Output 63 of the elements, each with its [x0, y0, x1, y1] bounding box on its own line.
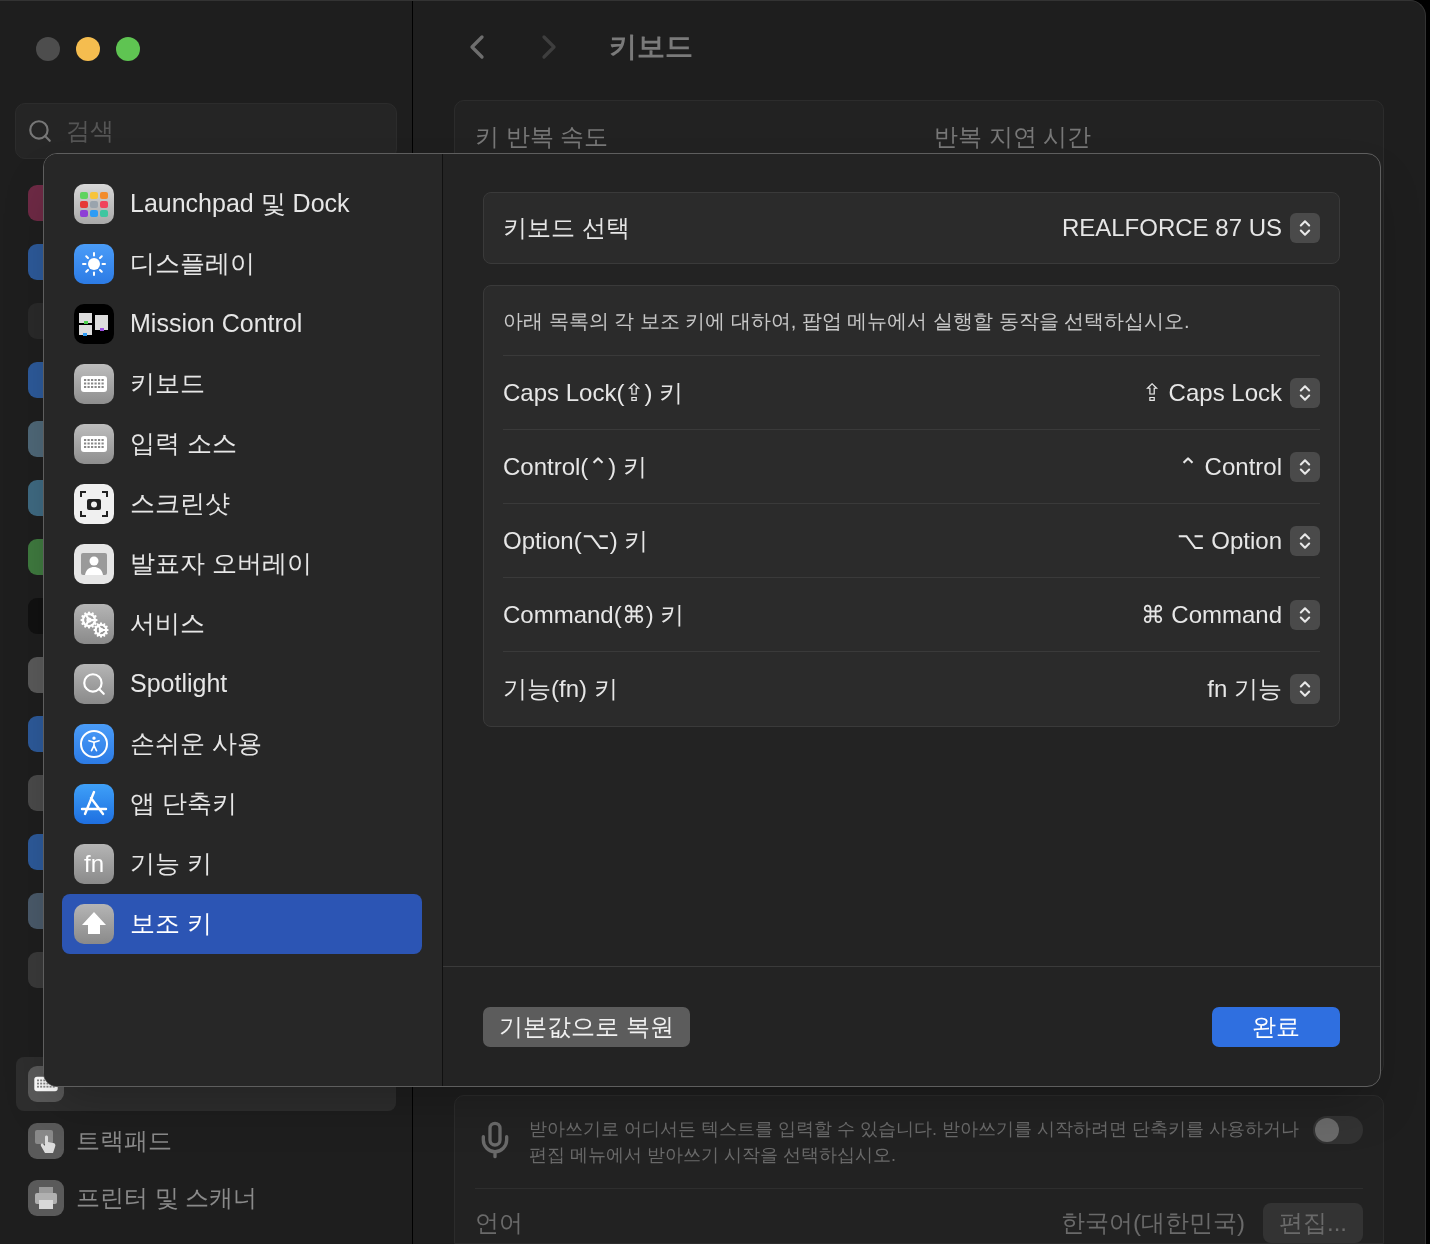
sidebar-item[interactable]: 키보드 [62, 354, 422, 414]
gears-icon [74, 604, 114, 644]
sidebar-item[interactable]: Spotlight [62, 654, 422, 714]
sidebar-item[interactable]: 보조 키 [62, 894, 422, 954]
stepper-icon [1290, 674, 1320, 704]
row-label: Caps Lock(⇪) 키 [503, 377, 684, 408]
setting-label: 키 반복 속도 [475, 122, 610, 153]
sidebar-item[interactable]: 앱 단축키 [62, 774, 422, 834]
sidebar-item[interactable]: 서비스 [62, 594, 422, 654]
app-grid-icon [74, 184, 114, 224]
windows-icon [74, 304, 114, 344]
minimize-icon[interactable] [76, 37, 100, 61]
done-button[interactable]: 완료 [1212, 1006, 1340, 1047]
sidebar-item[interactable]: 손쉬운 사용 [62, 714, 422, 774]
close-icon[interactable] [36, 37, 60, 61]
pencil-ruler-icon [74, 784, 114, 824]
sidebar-item[interactable]: 발표자 오버레이 [62, 534, 422, 594]
sidebar-item[interactable]: 입력 소스 [62, 414, 422, 474]
keyboard-icon [74, 424, 114, 464]
stepper-icon [1290, 213, 1320, 243]
camera-icon [74, 484, 114, 524]
sun-icon [74, 244, 114, 284]
description-text: 아래 목록의 각 보조 키에 대하여, 팝업 메뉴에서 실행할 동작을 선택하십시오. [503, 308, 1190, 334]
row-label: Command(⌘) 키 [503, 599, 685, 630]
search-icon [27, 118, 53, 144]
row-label: 키보드 선택 [503, 213, 630, 243]
keyboard-icon [74, 364, 114, 404]
row-label: Control(⌃) 키 [503, 451, 648, 482]
zoom-icon[interactable] [116, 37, 140, 61]
stepper-icon [1290, 451, 1320, 482]
language-value: 한국어(대한민국) [1061, 1208, 1245, 1238]
dictation-toggle[interactable] [1313, 1116, 1363, 1144]
sidebar-item[interactable]: Launchpad 및 Dock [62, 174, 422, 234]
stepper-icon [1290, 599, 1320, 630]
setting-label: 반복 지연 시간 [934, 122, 1092, 153]
restore-defaults-button[interactable]: 기본값으로 복원 [483, 1006, 690, 1047]
action-popup[interactable]: ⌥ Option [1176, 522, 1320, 559]
action-popup[interactable]: ⇪ Caps Lock [1141, 374, 1320, 411]
sidebar-item[interactable]: Mission Control [62, 294, 422, 354]
row-label: Option(⌥) 키 [503, 525, 649, 556]
stepper-icon [1290, 525, 1320, 556]
sidebar-item[interactable]: fn 기능 키 [62, 834, 422, 894]
sidebar-item[interactable]: 디스플레이 [62, 234, 422, 294]
keyboard-popup[interactable]: REALFORCE 87 US [1061, 210, 1320, 246]
printer-icon [28, 1180, 64, 1216]
action-popup[interactable]: ⌘ Command [1140, 596, 1320, 633]
dictation-description: 받아쓰기로 어디서든 텍스트를 입력할 수 있습니다. 받아쓰기를 시작하려면 단축키를 사용하거나 편집 메뉴에서 받아쓰기 시작을 선택하십시오. [529, 1118, 1299, 1167]
stepper-icon [1290, 377, 1320, 408]
sidebar-item[interactable]: 트랙패드 [16, 1114, 396, 1168]
language-label: 언어 [475, 1208, 523, 1238]
sidebar-item[interactable]: 스크린샷 [62, 474, 422, 534]
search-icon [74, 664, 114, 704]
person-icon [74, 544, 114, 584]
window-title: 키보드 [609, 29, 693, 64]
fn-icon: fn [74, 844, 114, 884]
row-label: 기능(fn) 키 [503, 674, 618, 704]
sidebar-item[interactable]: 프린터 및 스캐너 [16, 1171, 396, 1225]
sidebar-label: 프린터 및 스캐너 [76, 1183, 258, 1213]
hand-icon [28, 1123, 64, 1159]
action-popup[interactable]: ⌃ Control [1177, 448, 1320, 485]
sidebar-label: 트랙패드 [76, 1126, 172, 1156]
accessibility-icon [74, 724, 114, 764]
action-popup[interactable]: fn 기능 [1207, 671, 1320, 707]
